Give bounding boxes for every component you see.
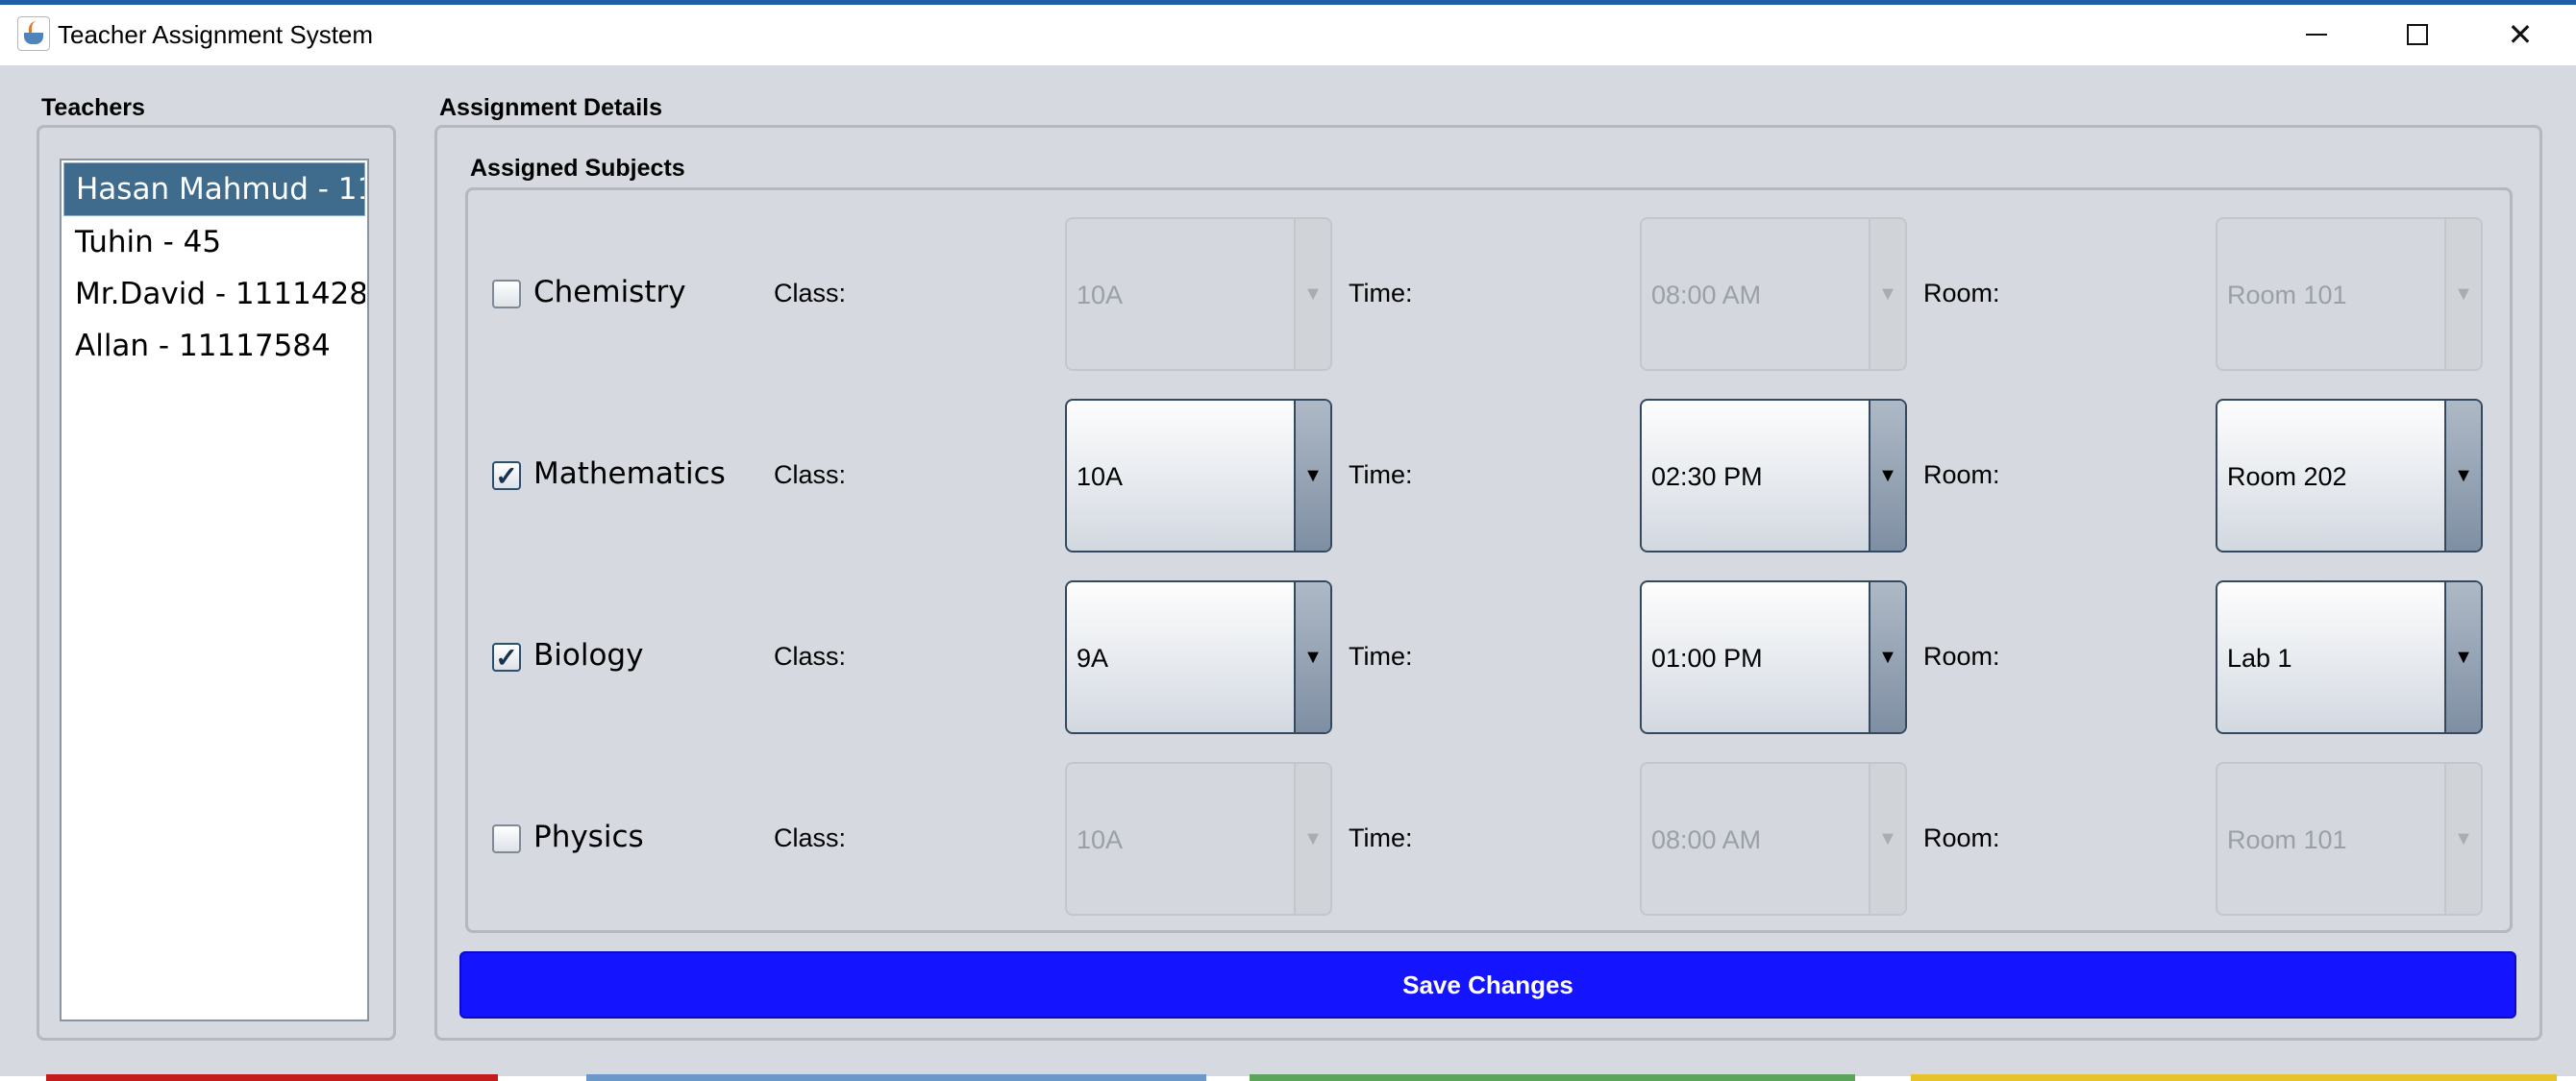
chevron-down-icon[interactable]: ▼: [1869, 764, 1905, 914]
room-value: Room 101: [2227, 281, 2347, 309]
assignment-details-title: Assignment Details: [439, 94, 663, 121]
room-value: Room 101: [2227, 825, 2347, 854]
list-item[interactable]: Hasan Mahmud - 11: [63, 162, 365, 216]
java-app-icon: [17, 16, 50, 51]
subject-row: ✓ Biology Class: 9A ▼ Time: 01:00 PM ▼ R…: [481, 580, 2499, 734]
save-changes-button[interactable]: Save Changes: [459, 951, 2516, 1019]
room-dropdown[interactable]: Lab 1 ▼: [2216, 580, 2483, 734]
title-bar[interactable]: Teacher Assignment System ✕: [0, 5, 2576, 65]
subject-checkbox[interactable]: [492, 280, 521, 308]
app-window: Teacher Assignment System ✕ Teachers Has…: [0, 0, 2576, 1081]
subject-label: Mathematics: [533, 456, 726, 491]
subject-checkbox[interactable]: ✓: [492, 461, 521, 491]
subject-label: Chemistry: [533, 275, 686, 309]
chevron-down-icon[interactable]: ▼: [1294, 582, 1330, 732]
subject-row: Chemistry Class: 10A ▼ Time: 08:00 AM ▼ …: [481, 217, 2499, 371]
time-dropdown[interactable]: 02:30 PM ▼: [1640, 399, 1907, 553]
maximize-button[interactable]: [2379, 14, 2456, 55]
chevron-down-icon[interactable]: ▼: [1869, 219, 1905, 369]
room-label: Room:: [1923, 823, 2000, 852]
room-label: Room:: [1923, 460, 2000, 489]
time-label: Time:: [1349, 823, 1413, 852]
class-label: Class:: [774, 279, 847, 307]
room-value: Lab 1: [2227, 644, 2292, 673]
taskbar-strip-1: [46, 1074, 498, 1081]
class-label: Class:: [774, 642, 847, 671]
list-item[interactable]: Mr.David - 11114280: [63, 268, 365, 320]
chevron-down-icon[interactable]: ▼: [1294, 764, 1330, 914]
window-title: Teacher Assignment System: [58, 20, 374, 49]
chevron-down-icon[interactable]: ▼: [1869, 401, 1905, 551]
room-dropdown[interactable]: Room 101 ▼: [2216, 217, 2483, 371]
subject-label: Biology: [533, 638, 644, 673]
time-dropdown[interactable]: 08:00 AM ▼: [1640, 762, 1907, 916]
time-value: 01:00 PM: [1651, 644, 1763, 673]
minimize-icon: [2306, 34, 2327, 36]
class-dropdown[interactable]: 10A ▼: [1065, 399, 1332, 553]
class-value: 10A: [1077, 825, 1124, 854]
chevron-down-icon[interactable]: ▼: [2444, 764, 2481, 914]
chevron-down-icon[interactable]: ▼: [2444, 401, 2481, 551]
subject-row: Physics Class: 10A ▼ Time: 08:00 AM ▼ Ro…: [481, 762, 2499, 916]
subject-checkbox[interactable]: ✓: [492, 643, 521, 673]
time-value: 02:30 PM: [1651, 462, 1763, 491]
time-dropdown[interactable]: 08:00 AM ▼: [1640, 217, 1907, 371]
chevron-down-icon[interactable]: ▼: [1294, 219, 1330, 369]
class-value: 9A: [1077, 644, 1109, 673]
minimize-button[interactable]: [2278, 14, 2355, 55]
room-label: Room:: [1923, 279, 2000, 307]
class-label: Class:: [774, 823, 847, 852]
time-value: 08:00 AM: [1651, 825, 1762, 854]
room-label: Room:: [1923, 642, 2000, 671]
room-value: Room 202: [2227, 462, 2347, 491]
teachers-section-title: Teachers: [41, 94, 145, 121]
taskbar-strip-2: [586, 1074, 1206, 1081]
close-button[interactable]: ✕: [2482, 14, 2559, 55]
maximize-icon: [2407, 24, 2428, 45]
class-dropdown[interactable]: 9A ▼: [1065, 580, 1332, 734]
taskbar-strip-3: [1250, 1074, 1855, 1081]
teacher-list[interactable]: Hasan Mahmud - 11 Tuhin - 45 Mr.David - …: [60, 159, 369, 1021]
room-dropdown[interactable]: Room 202 ▼: [2216, 399, 2483, 553]
class-dropdown[interactable]: 10A ▼: [1065, 217, 1332, 371]
class-label: Class:: [774, 460, 847, 489]
time-value: 08:00 AM: [1651, 281, 1762, 309]
time-label: Time:: [1349, 642, 1413, 671]
subject-checkbox[interactable]: [492, 824, 521, 853]
chevron-down-icon[interactable]: ▼: [2444, 219, 2481, 369]
chevron-down-icon[interactable]: ▼: [2444, 582, 2481, 732]
close-icon: ✕: [2507, 17, 2534, 52]
subject-label: Physics: [533, 820, 644, 854]
taskbar-strip-4: [1911, 1074, 2557, 1081]
time-label: Time:: [1349, 279, 1413, 307]
class-dropdown[interactable]: 10A ▼: [1065, 762, 1332, 916]
chevron-down-icon[interactable]: ▼: [1294, 401, 1330, 551]
list-item[interactable]: Allan - 11117584: [63, 320, 365, 372]
room-dropdown[interactable]: Room 101 ▼: [2216, 762, 2483, 916]
class-value: 10A: [1077, 462, 1124, 491]
time-dropdown[interactable]: 01:00 PM ▼: [1640, 580, 1907, 734]
list-item[interactable]: Tuhin - 45: [63, 216, 365, 268]
subject-row: ✓ Mathematics Class: 10A ▼ Time: 02:30 P…: [481, 399, 2499, 553]
assigned-subjects-title: Assigned Subjects: [470, 155, 685, 182]
chevron-down-icon[interactable]: ▼: [1869, 582, 1905, 732]
class-value: 10A: [1077, 281, 1124, 309]
time-label: Time:: [1349, 460, 1413, 489]
